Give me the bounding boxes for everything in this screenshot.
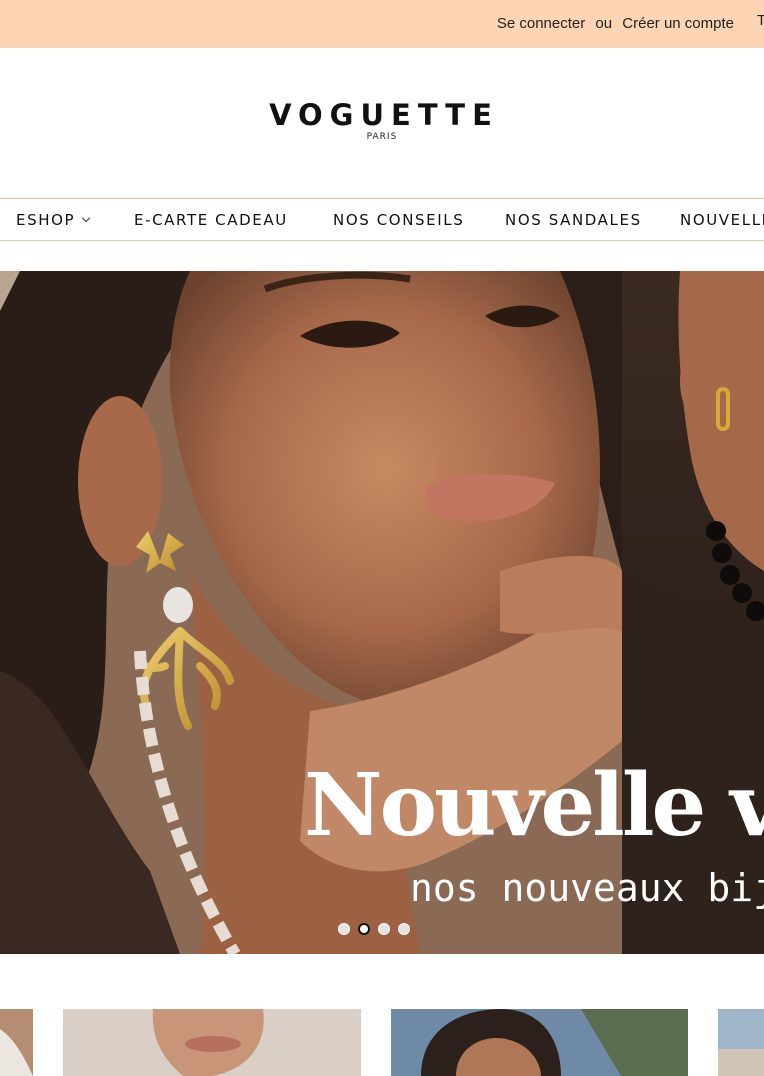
account-links: Se connecter ou Créer un compte [497,15,734,32]
cut-off-glyph: T [756,12,764,29]
nav-item-eshop-label: ESHOP [16,211,76,229]
carousel-dot-4[interactable] [398,923,410,935]
login-link[interactable]: Se connecter [497,15,585,32]
product-card[interactable] [718,1009,764,1076]
product-card[interactable] [63,1009,361,1076]
product-image [391,1009,688,1076]
product-card[interactable] [391,1009,688,1076]
brand-city: PARIS [366,132,398,142]
or-separator: ou [595,15,613,32]
register-link[interactable]: Créer un compte [622,15,734,32]
hero-title: Nouvelle va [304,755,764,856]
carousel-dots [338,923,410,935]
brand-logo[interactable]: VOGUETTE PARIS [0,100,764,142]
hero-subtitle: nos nouveaux bij [410,866,764,910]
carousel-dot-2[interactable] [358,923,370,935]
nav-item-new[interactable]: NOUVELLE [680,211,764,229]
nav-item-advice[interactable]: NOS CONSEILS [333,211,464,229]
main-navigation: ESHOP E-CARTE CADEAU NOS CONSEILS NOS SA… [0,198,764,241]
hero-carousel[interactable]: Nouvelle va nos nouveaux bij [0,271,764,954]
product-card[interactable] [0,1009,33,1076]
product-image [718,1009,764,1076]
nav-item-eshop[interactable]: ESHOP [16,211,91,229]
nav-item-sandals[interactable]: NOS SANDALES [505,211,642,229]
product-image [0,1009,33,1076]
carousel-dot-3[interactable] [378,923,390,935]
account-bar: Se connecter ou Créer un compte T [0,0,764,48]
chevron-down-icon [81,213,91,223]
nav-item-gift-card[interactable]: E-CARTE CADEAU [134,211,288,229]
product-image [63,1009,361,1076]
brand-name: VOGUETTE [269,98,499,132]
carousel-dot-1[interactable] [338,923,350,935]
